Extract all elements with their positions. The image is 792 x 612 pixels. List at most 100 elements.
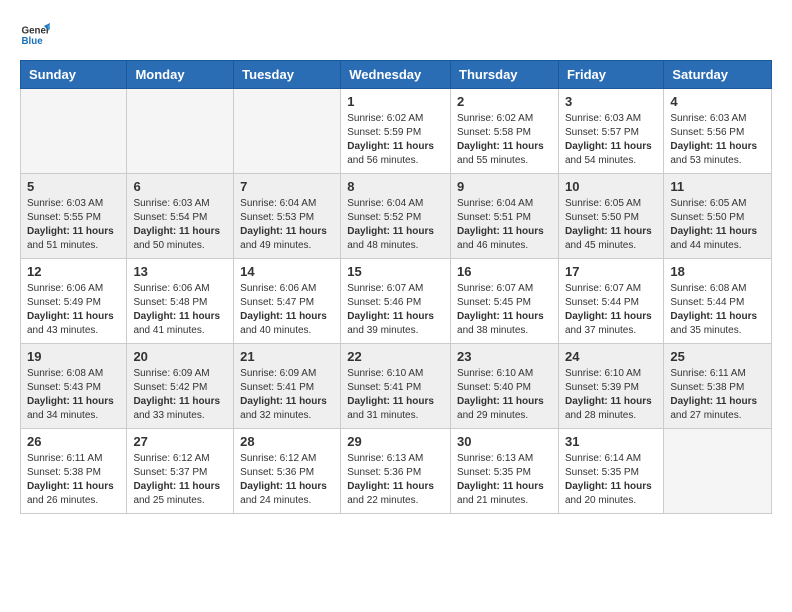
calendar-day-31: 31 Sunrise: 6:14 AMSunset: 5:35 PMDayligh… bbox=[558, 429, 663, 514]
day-number: 18 bbox=[670, 264, 765, 279]
calendar-table: SundayMondayTuesdayWednesdayThursdayFrid… bbox=[20, 60, 772, 514]
day-number: 12 bbox=[27, 264, 120, 279]
day-number: 26 bbox=[27, 434, 120, 449]
day-info: Sunrise: 6:04 AMSunset: 5:51 PMDaylight:… bbox=[457, 197, 552, 253]
calendar-day-22: 22Sunrise: 6:10 AMSunset: 5:41 PMDayligh… bbox=[341, 344, 451, 429]
day-number: 1 bbox=[347, 94, 444, 109]
day-info: Sunrise: 6:03 AMSunset: 5:55 PMDaylight:… bbox=[27, 197, 120, 253]
calendar-day-8: 8 Sunrise: 6:04 AMSunset: 5:52 PMDaylight… bbox=[341, 174, 451, 259]
weekday-header-tuesday: Tuesday bbox=[234, 61, 341, 89]
day-number: 28 bbox=[240, 434, 334, 449]
calendar-empty-cell bbox=[21, 89, 127, 174]
day-info: Sunrise: 6:07 AMSunset: 5:44 PMDaylight:… bbox=[565, 282, 657, 338]
weekday-header-monday: Monday bbox=[127, 61, 234, 89]
day-info: Sunrise: 6:04 AMSunset: 5:52 PMDaylight:… bbox=[347, 197, 444, 253]
calendar-day-17: 17 Sunrise: 6:07 AMSunset: 5:44 PMDayligh… bbox=[558, 259, 663, 344]
calendar-day-28: 28 Sunrise: 6:12 AMSunset: 5:36 PMDayligh… bbox=[234, 429, 341, 514]
day-number: 5 bbox=[27, 179, 120, 194]
calendar-day-21: 21 Sunrise: 6:09 AMSunset: 5:41 PMDayligh… bbox=[234, 344, 341, 429]
calendar-empty-cell bbox=[664, 429, 772, 514]
page-header: General Blue bbox=[20, 20, 772, 50]
calendar-header-row: SundayMondayTuesdayWednesdayThursdayFrid… bbox=[21, 61, 772, 89]
day-number: 21 bbox=[240, 349, 334, 364]
calendar-day-2: 2Sunrise: 6:02 AMSunset: 5:58 PMDaylight… bbox=[451, 89, 559, 174]
calendar-day-24: 24 Sunrise: 6:10 AMSunset: 5:39 PMDayligh… bbox=[558, 344, 663, 429]
day-number: 24 bbox=[565, 349, 657, 364]
calendar-day-6: 6Sunrise: 6:03 AMSunset: 5:54 PMDaylight… bbox=[127, 174, 234, 259]
calendar-day-18: 18 Sunrise: 6:08 AMSunset: 5:44 PMDayligh… bbox=[664, 259, 772, 344]
day-number: 17 bbox=[565, 264, 657, 279]
day-number: 16 bbox=[457, 264, 552, 279]
calendar-day-7: 7 Sunrise: 6:04 AMSunset: 5:53 PMDaylight… bbox=[234, 174, 341, 259]
calendar-day-20: 20Sunrise: 6:09 AMSunset: 5:42 PMDayligh… bbox=[127, 344, 234, 429]
day-info: Sunrise: 6:02 AMSunset: 5:59 PMDaylight:… bbox=[347, 112, 444, 168]
calendar-day-23: 23 Sunrise: 6:10 AMSunset: 5:40 PMDayligh… bbox=[451, 344, 559, 429]
logo: General Blue bbox=[20, 20, 56, 50]
day-number: 27 bbox=[133, 434, 227, 449]
day-number: 4 bbox=[670, 94, 765, 109]
day-number: 9 bbox=[457, 179, 552, 194]
day-number: 19 bbox=[27, 349, 120, 364]
day-info: Sunrise: 6:10 AMSunset: 5:40 PMDaylight:… bbox=[457, 367, 552, 423]
calendar-day-14: 14Sunrise: 6:06 AMSunset: 5:47 PMDayligh… bbox=[234, 259, 341, 344]
day-info: Sunrise: 6:09 AMSunset: 5:41 PMDaylight:… bbox=[240, 367, 334, 423]
calendar-day-1: 1 Sunrise: 6:02 AMSunset: 5:59 PMDaylight… bbox=[341, 89, 451, 174]
day-number: 22 bbox=[347, 349, 444, 364]
calendar-day-4: 4 Sunrise: 6:03 AMSunset: 5:56 PMDaylight… bbox=[664, 89, 772, 174]
day-number: 20 bbox=[133, 349, 227, 364]
day-info: Sunrise: 6:13 AMSunset: 5:36 PMDaylight:… bbox=[347, 452, 444, 508]
day-number: 2 bbox=[457, 94, 552, 109]
calendar-week-row: 5 Sunrise: 6:03 AMSunset: 5:55 PMDaylight… bbox=[21, 174, 772, 259]
calendar-week-row: 19 Sunrise: 6:08 AMSunset: 5:43 PMDayligh… bbox=[21, 344, 772, 429]
day-number: 10 bbox=[565, 179, 657, 194]
day-number: 11 bbox=[670, 179, 765, 194]
calendar-day-13: 13 Sunrise: 6:06 AMSunset: 5:48 PMDayligh… bbox=[127, 259, 234, 344]
day-number: 8 bbox=[347, 179, 444, 194]
day-info: Sunrise: 6:12 AMSunset: 5:37 PMDaylight:… bbox=[133, 452, 227, 508]
day-info: Sunrise: 6:08 AMSunset: 5:43 PMDaylight:… bbox=[27, 367, 120, 423]
calendar-day-9: 9 Sunrise: 6:04 AMSunset: 5:51 PMDaylight… bbox=[451, 174, 559, 259]
day-number: 25 bbox=[670, 349, 765, 364]
day-number: 7 bbox=[240, 179, 334, 194]
svg-text:Blue: Blue bbox=[22, 36, 44, 47]
day-info: Sunrise: 6:14 AMSunset: 5:35 PMDaylight:… bbox=[565, 452, 657, 508]
day-number: 13 bbox=[133, 264, 227, 279]
calendar-day-5: 5 Sunrise: 6:03 AMSunset: 5:55 PMDaylight… bbox=[21, 174, 127, 259]
calendar-week-row: 26Sunrise: 6:11 AMSunset: 5:38 PMDayligh… bbox=[21, 429, 772, 514]
day-info: Sunrise: 6:07 AMSunset: 5:45 PMDaylight:… bbox=[457, 282, 552, 338]
calendar-day-27: 27 Sunrise: 6:12 AMSunset: 5:37 PMDayligh… bbox=[127, 429, 234, 514]
day-info: Sunrise: 6:05 AMSunset: 5:50 PMDaylight:… bbox=[670, 197, 765, 253]
day-number: 31 bbox=[565, 434, 657, 449]
day-info: Sunrise: 6:13 AMSunset: 5:35 PMDaylight:… bbox=[457, 452, 552, 508]
day-number: 3 bbox=[565, 94, 657, 109]
day-number: 30 bbox=[457, 434, 552, 449]
day-info: Sunrise: 6:06 AMSunset: 5:49 PMDaylight:… bbox=[27, 282, 120, 338]
day-info: Sunrise: 6:06 AMSunset: 5:48 PMDaylight:… bbox=[133, 282, 227, 338]
calendar-day-19: 19 Sunrise: 6:08 AMSunset: 5:43 PMDayligh… bbox=[21, 344, 127, 429]
day-number: 15 bbox=[347, 264, 444, 279]
weekday-header-saturday: Saturday bbox=[664, 61, 772, 89]
day-info: Sunrise: 6:08 AMSunset: 5:44 PMDaylight:… bbox=[670, 282, 765, 338]
calendar-day-15: 15 Sunrise: 6:07 AMSunset: 5:46 PMDayligh… bbox=[341, 259, 451, 344]
day-info: Sunrise: 6:06 AMSunset: 5:47 PMDaylight:… bbox=[240, 282, 334, 338]
day-number: 29 bbox=[347, 434, 444, 449]
day-info: Sunrise: 6:12 AMSunset: 5:36 PMDaylight:… bbox=[240, 452, 334, 508]
calendar-day-25: 25 Sunrise: 6:11 AMSunset: 5:38 PMDayligh… bbox=[664, 344, 772, 429]
day-info: Sunrise: 6:04 AMSunset: 5:53 PMDaylight:… bbox=[240, 197, 334, 253]
calendar-week-row: 12 Sunrise: 6:06 AMSunset: 5:49 PMDayligh… bbox=[21, 259, 772, 344]
calendar-day-30: 30 Sunrise: 6:13 AMSunset: 5:35 PMDayligh… bbox=[451, 429, 559, 514]
day-info: Sunrise: 6:07 AMSunset: 5:46 PMDaylight:… bbox=[347, 282, 444, 338]
calendar-day-16: 16 Sunrise: 6:07 AMSunset: 5:45 PMDayligh… bbox=[451, 259, 559, 344]
day-info: Sunrise: 6:10 AMSunset: 5:39 PMDaylight:… bbox=[565, 367, 657, 423]
calendar-day-12: 12 Sunrise: 6:06 AMSunset: 5:49 PMDayligh… bbox=[21, 259, 127, 344]
day-info: Sunrise: 6:03 AMSunset: 5:56 PMDaylight:… bbox=[670, 112, 765, 168]
day-info: Sunrise: 6:05 AMSunset: 5:50 PMDaylight:… bbox=[565, 197, 657, 253]
calendar-empty-cell bbox=[127, 89, 234, 174]
day-number: 23 bbox=[457, 349, 552, 364]
day-info: Sunrise: 6:03 AMSunset: 5:57 PMDaylight:… bbox=[565, 112, 657, 168]
day-info: Sunrise: 6:11 AMSunset: 5:38 PMDaylight:… bbox=[670, 367, 765, 423]
calendar-day-26: 26Sunrise: 6:11 AMSunset: 5:38 PMDayligh… bbox=[21, 429, 127, 514]
weekday-header-wednesday: Wednesday bbox=[341, 61, 451, 89]
calendar-day-3: 3 Sunrise: 6:03 AMSunset: 5:57 PMDaylight… bbox=[558, 89, 663, 174]
weekday-header-friday: Friday bbox=[558, 61, 663, 89]
